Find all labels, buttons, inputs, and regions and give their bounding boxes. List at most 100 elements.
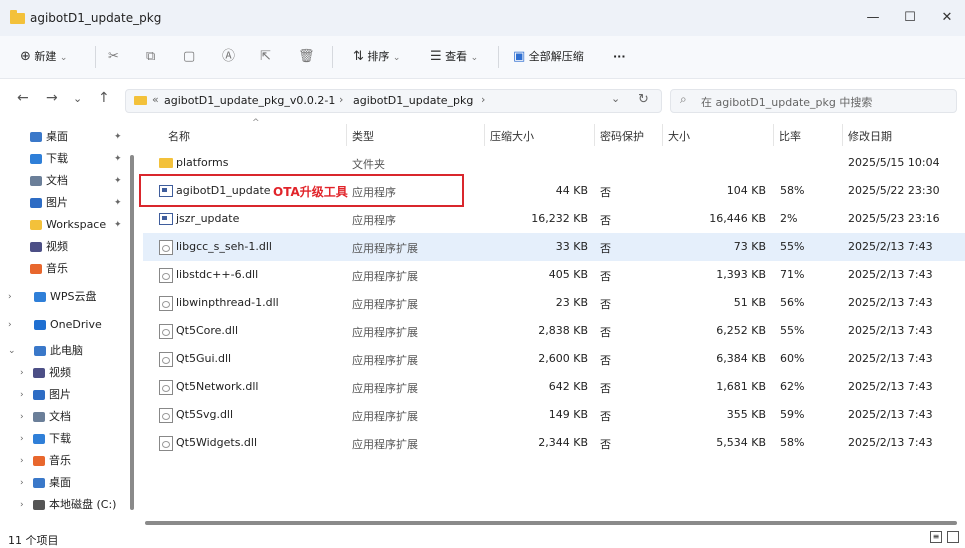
file-password: 否 [600,298,611,311]
column-divider[interactable] [662,124,663,146]
chevron-right-icon[interactable]: › [20,450,24,472]
column-header-size[interactable]: 大小 [668,128,690,144]
file-name: Qt5Core.dll [176,324,239,337]
maximize-button[interactable]: ☐ [895,8,925,28]
file-row[interactable]: Qt5Svg.dll 应用程序扩展 149 KB 否 355 KB 59% 2025/2/1… [143,401,965,429]
view-button[interactable]: ☰ 查看 ⌄ [430,46,478,68]
back-button[interactable]: ← [17,90,29,106]
nav-item[interactable]: › 本地磁盘 (C:) [0,494,130,516]
nav-item[interactable]: Workspace ✦ [0,214,130,236]
cut-button[interactable]: ✂ [108,46,119,68]
nav-item[interactable]: 桌面 ✦ [0,126,130,148]
nav-item[interactable]: 图片 ✦ [0,192,130,214]
minimize-button[interactable]: — [858,8,888,28]
address-bar[interactable]: « agibotD1_update_pkg_v0.0.2-1 › agibotD… [125,89,662,113]
nav-item[interactable]: ⌄ 此电脑 [0,340,130,362]
file-size: 1,393 KB [716,268,766,281]
details-view-icon[interactable]: ≡ [930,531,942,543]
chevron-down-icon[interactable]: ⌄ [8,340,16,362]
close-button[interactable]: ✕ [932,8,962,28]
extract-all-button[interactable]: ▣ 全部解压缩 [513,46,584,68]
file-ratio: 62% [780,380,805,393]
column-header-ratio[interactable]: 比率 [779,128,801,144]
forward-button[interactable]: → [46,90,58,106]
file-row[interactable]: jszr_update 应用程序 16,232 KB 否 16,446 KB 2% 2025… [143,205,965,233]
file-size: 73 KB [733,240,766,253]
nav-item[interactable]: › OneDrive [0,314,130,336]
chevron-right-icon[interactable]: › [20,494,24,516]
file-row[interactable]: Qt5Network.dll 应用程序扩展 642 KB 否 1,681 KB 62% 20… [143,373,965,401]
nav-item[interactable]: › WPS云盘 [0,286,130,308]
breadcrumb-overflow[interactable]: « [152,93,159,106]
file-ratio: 60% [780,352,805,365]
file-row[interactable]: libstdc++-6.dll 应用程序扩展 405 KB 否 1,393 KB 71% 2… [143,261,965,289]
file-size: 104 KB [726,184,766,197]
column-divider[interactable] [594,124,595,146]
search-input[interactable]: ⌕ 在 agibotD1_update_pkg 中搜索 [670,89,957,113]
chevron-right-icon[interactable]: › [8,286,12,308]
column-header-type[interactable]: 类型 [352,128,374,144]
column-header-modified[interactable]: 修改日期 [848,128,892,144]
more-options-button[interactable]: ··· [613,46,626,68]
chevron-right-icon[interactable]: › [20,428,24,450]
column-divider[interactable] [346,124,347,146]
file-ratio: 55% [780,240,805,253]
breadcrumb-item[interactable]: agibotD1_update_pkg [353,94,473,107]
recent-locations-button[interactable]: ⌄ [73,92,82,105]
column-header-packed-size[interactable]: 压缩大小 [490,128,534,144]
new-button[interactable]: ⊕ 新建 ⌄ [20,46,67,68]
paste-button[interactable]: ▢ [183,46,195,68]
column-divider[interactable] [842,124,843,146]
nav-item-icon [30,132,42,142]
item-count: 11 个项目 [8,534,59,547]
sort-icon: ⇅ [353,49,364,64]
file-row[interactable]: Qt5Gui.dll 应用程序扩展 2,600 KB 否 6,384 KB 60% 2025… [143,345,965,373]
column-divider[interactable] [484,124,485,146]
chevron-right-icon[interactable]: › [8,314,12,336]
view-label: 查看 [445,50,468,63]
nav-scrollbar[interactable] [130,155,134,510]
file-row[interactable]: Qt5Core.dll 应用程序扩展 2,838 KB 否 6,252 KB 55% 202… [143,317,965,345]
plus-circle-icon: ⊕ [20,49,31,64]
file-date: 2025/2/13 7:43 [848,352,933,365]
file-type: 文件夹 [352,158,385,171]
nav-item-label: 视频 [46,240,68,253]
breadcrumb-item[interactable]: agibotD1_update_pkg_v0.0.2-1 [164,94,335,107]
nav-item[interactable]: › 图片 [0,384,130,406]
horizontal-scrollbar[interactable] [145,521,957,525]
nav-item[interactable]: › 视频 [0,362,130,384]
chevron-right-icon[interactable]: › [20,406,24,428]
delete-button[interactable]: 🗑 [298,46,315,68]
nav-item[interactable]: 音乐 [0,258,130,280]
column-divider[interactable] [773,124,774,146]
file-row[interactable]: platforms 文件夹 2025/5/15 10:04 [143,149,965,177]
nav-item[interactable]: › 音乐 [0,450,130,472]
file-row[interactable]: Qt5Widgets.dll 应用程序扩展 2,344 KB 否 5,534 KB 58%… [143,429,965,457]
file-name: Qt5Gui.dll [176,352,232,365]
file-row[interactable]: libgcc_s_seh-1.dll 应用程序扩展 33 KB 否 73 KB 55% 20… [143,233,965,261]
chevron-right-icon[interactable]: › [20,362,24,384]
column-header-password[interactable]: 密码保护 [600,128,644,144]
up-button[interactable]: ↑ [98,90,110,106]
chevron-right-icon[interactable]: › [20,472,24,494]
column-header-name[interactable]: 名称 [168,128,190,144]
rename-button[interactable]: Ⓐ [222,46,235,68]
nav-item[interactable]: › 文档 [0,406,130,428]
nav-item[interactable]: › 桌面 [0,472,130,494]
nav-item[interactable]: 视频 [0,236,130,258]
breadcrumb-separator: › [481,93,486,106]
file-row[interactable]: libwinpthread-1.dll 应用程序扩展 23 KB 否 51 KB 56% 2… [143,289,965,317]
share-button[interactable]: ⇱ [260,46,271,68]
nav-item-label: 桌面 [46,130,68,143]
refresh-icon[interactable]: ↻ [638,92,649,107]
nav-item-icon [33,434,45,444]
nav-item-label: 音乐 [46,262,68,275]
chevron-right-icon[interactable]: › [20,384,24,406]
copy-button[interactable]: ⧉ [146,46,155,68]
sort-button[interactable]: ⇅ 排序 ⌄ [353,46,400,68]
nav-item[interactable]: 下载 ✦ [0,148,130,170]
nav-item[interactable]: 文档 ✦ [0,170,130,192]
tiles-view-icon[interactable] [947,531,959,543]
nav-item[interactable]: › 下载 [0,428,130,450]
chevron-down-icon[interactable]: ⌄ [611,92,620,105]
